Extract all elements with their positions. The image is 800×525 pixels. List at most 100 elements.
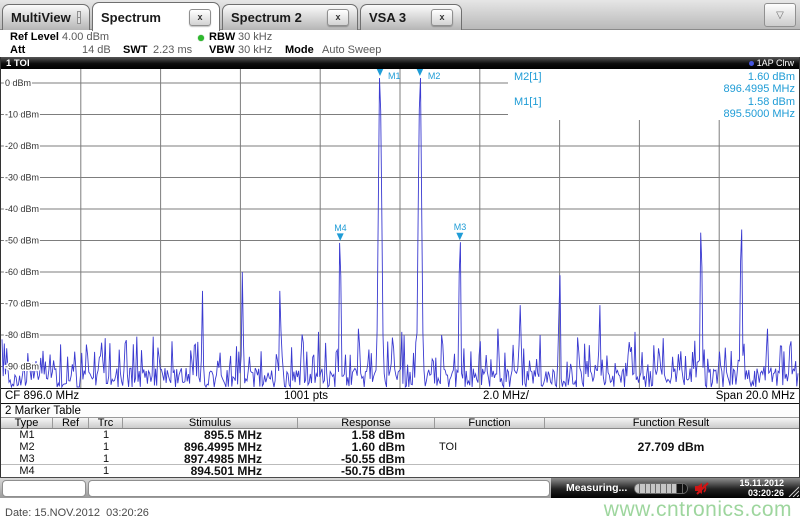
y-axis-tick-label: -60 dBm [5, 267, 39, 277]
cell-trc: 1 [102, 452, 110, 465]
sweep-progress-bar [634, 483, 688, 494]
marker-m1-label: M1 [388, 71, 401, 81]
vbw-label: VBW [209, 44, 235, 56]
column-header-stimulus: Stimulus [123, 417, 298, 429]
marker-readout-name: M1[1] [514, 96, 542, 108]
trace-dot-icon [748, 60, 754, 66]
cell-stimulus: 894.501 MHz [190, 464, 262, 478]
tab-spectrum[interactable]: Spectrum x [92, 2, 220, 31]
tab-spectrum-2-label: Spectrum 2 [231, 10, 302, 25]
rbw-label: RBW [209, 31, 236, 43]
marker-readout-freq: 895.5000 MHz [723, 108, 795, 120]
y-axis-tick-label: -70 dBm [5, 299, 39, 309]
mode-value[interactable]: Auto Sweep [322, 44, 381, 56]
tab-spectrum-2-close-icon[interactable]: x [327, 9, 349, 26]
marker-readout-panel: M2[1] 1.60 dBm 896.4995 MHz M1[1] 1.58 d… [508, 69, 799, 120]
multiview-grid-icon [76, 11, 81, 24]
marker-m4-icon[interactable] [336, 233, 344, 241]
column-header-ref: Ref [53, 417, 89, 429]
status-date: 15.11.2012 [739, 478, 784, 488]
marker-m3-icon[interactable] [456, 232, 464, 241]
toi-window: 1 TOI 1AP Clrw 0 dBm -10 dBm -20 dBm -30 dB… [0, 57, 800, 404]
trace-label-text: 1AP Clrw [756, 58, 794, 68]
span-value[interactable]: Span 20.0 MHz [716, 390, 795, 402]
tab-spectrum-close-icon[interactable]: x [189, 8, 211, 26]
marker-m3-label: M3 [454, 222, 467, 232]
footer-strip: Date: 15.NOV.2012 03:20:26 www.cntronics… [0, 498, 800, 525]
marker-readout-name: M2[1] [514, 71, 542, 83]
status-bar-right: Measuring... 15.11.2012 03:20:26 [551, 478, 800, 498]
sweep-points[interactable]: 1001 pts [284, 390, 328, 402]
resize-grip[interactable] [786, 484, 799, 497]
y-axis-tick-label: -20 dBm [5, 141, 39, 151]
cell-type: M2 [19, 441, 35, 453]
marker-m2-label: M2 [428, 71, 441, 81]
center-frequency[interactable]: CF 896.0 MHz [5, 390, 79, 402]
column-header-type: Type [1, 417, 53, 429]
trace-label: 1AP Clrw [748, 58, 794, 68]
swt-label: SWT [123, 44, 148, 56]
cell-function-result: 27.709 dBm [637, 440, 705, 454]
tab-vsa-3-close-icon[interactable]: x [431, 9, 453, 26]
vbw-value[interactable]: 30 kHz [238, 44, 272, 56]
rbw-value[interactable]: 30 kHz [238, 31, 272, 43]
column-header-function-result: Function Result [632, 417, 710, 429]
column-header-trc: Trc [89, 417, 123, 429]
y-axis-tick-label: -10 dBm [5, 110, 39, 120]
measuring-status: Measuring... [566, 482, 628, 494]
settings-header: Ref Level 4.00 dBm RBW 30 kHz Att 14 dB … [0, 30, 800, 57]
rbw-led-icon [198, 35, 204, 41]
table-row[interactable]: M4 1 894.501 MHz -50.75 dBm [1, 464, 799, 478]
toi-window-title: 1 TOI [6, 57, 30, 69]
column-header-function: Function [435, 417, 545, 429]
y-axis-tick-label: -80 dBm [5, 330, 39, 340]
chevron-down-icon: ▽ [776, 9, 784, 21]
ref-level-value[interactable]: 4.00 dBm [62, 31, 109, 43]
cell-type: M1 [19, 429, 35, 441]
cell-trc: 1 [102, 465, 110, 477]
status-bar: Measuring... 15.11.2012 03:20:26 [0, 477, 800, 498]
att-label: Att [10, 44, 26, 56]
y-axis-tick-label: -40 dBm [5, 204, 39, 214]
watermark: www.cntronics.com [603, 498, 792, 521]
y-axis-tick-label: -90 dBm [5, 362, 39, 372]
cell-response: -50.75 dBm [340, 464, 405, 478]
marker-table-title[interactable]: 2 Marker Table [1, 404, 799, 417]
mode-label: Mode [285, 44, 314, 56]
tab-spectrum-2[interactable]: Spectrum 2 x [222, 4, 358, 30]
tab-vsa-3-label: VSA 3 [369, 10, 407, 25]
column-header-response: Response [298, 417, 435, 429]
marker-readout-level: 1.60 dBm [747, 71, 795, 83]
mhz-per-div[interactable]: 2.0 MHz/ [483, 390, 529, 402]
screenshot-date: Date: 15.NOV.2012 03:20:26 [5, 507, 149, 519]
toi-window-titlebar[interactable]: 1 TOI 1AP Clrw [1, 57, 799, 69]
marker-readout-level: 1.58 dBm [747, 96, 795, 108]
analyzer-screen: MultiView Spectrum x Spectrum 2 x VSA 3 … [0, 0, 800, 525]
cell-type: M4 [19, 465, 35, 477]
y-axis-tick-label: -30 dBm [5, 173, 39, 183]
tab-overflow-dropdown[interactable]: ▽ [764, 3, 796, 27]
status-message-field[interactable] [88, 480, 550, 497]
att-value[interactable]: 14 dB [82, 44, 111, 56]
status-time: 03:20:26 [747, 487, 784, 498]
ref-level-label: Ref Level [10, 31, 59, 43]
tab-vsa-3[interactable]: VSA 3 x [360, 4, 462, 30]
mute-icon[interactable] [694, 482, 712, 495]
swt-value[interactable]: 2.23 ms [153, 44, 192, 56]
y-axis-tick-label: 0 dBm [5, 78, 31, 88]
marker-m1-icon[interactable] [376, 69, 384, 76]
cell-function: TOI [439, 441, 458, 453]
cell-trc: 1 [102, 429, 110, 441]
y-axis-tick-label: -50 dBm [5, 236, 39, 246]
cell-trc: 1 [102, 441, 110, 453]
marker-m4-label: M4 [334, 223, 347, 233]
marker-readout-freq: 896.4995 MHz [723, 83, 795, 95]
tab-multiview[interactable]: MultiView [2, 4, 90, 30]
spectrum-plot[interactable]: 0 dBm -10 dBm -20 dBm -30 dBm -40 dBm -50 dBm… [1, 69, 799, 388]
tab-spectrum-label: Spectrum [101, 9, 161, 25]
marker-m2-icon[interactable] [416, 69, 424, 76]
frequency-axis-bar: CF 896.0 MHz 1001 pts 2.0 MHz/ Span 20.0… [1, 388, 799, 404]
status-field-left[interactable] [2, 480, 86, 497]
tab-multiview-label: MultiView [11, 10, 71, 25]
tab-bar: MultiView Spectrum x Spectrum 2 x VSA 3 … [0, 0, 800, 31]
